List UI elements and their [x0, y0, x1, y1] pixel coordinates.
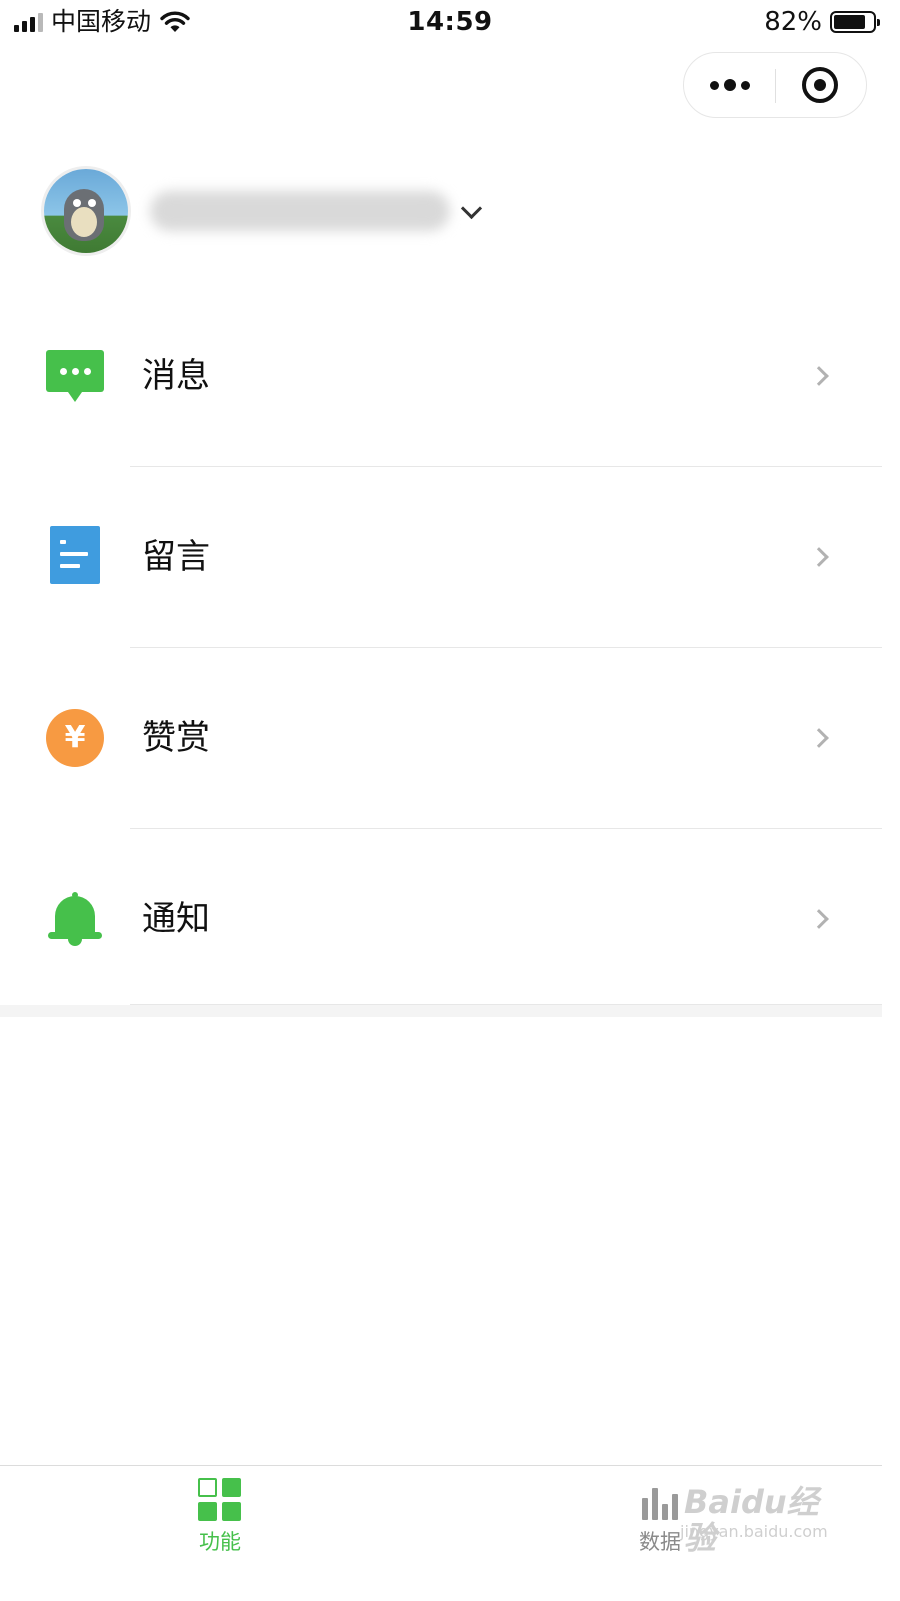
watermark: Baidu经验 jingyan.baidu.com [640, 1478, 850, 1558]
avatar-figure-eye [73, 199, 81, 207]
menu-item-rewards[interactable]: ¥ 赞赏 [0, 648, 882, 829]
menu-item-label: 消息 [142, 356, 210, 396]
grid-icon [198, 1478, 242, 1522]
dot-icon [741, 80, 750, 90]
status-bar: 中国移动 14:59 82% [0, 0, 900, 44]
avatar[interactable] [44, 169, 128, 253]
chevron-right-icon [809, 728, 829, 748]
menu-item-comments[interactable]: 留言 [0, 467, 882, 648]
chevron-right-icon [809, 547, 829, 567]
watermark-brand: Baidu经验 [684, 1483, 819, 1557]
more-options-button[interactable] [684, 53, 776, 117]
dot-icon [710, 80, 719, 90]
menu-item-label: 通知 [142, 899, 210, 939]
comment-icon [50, 526, 100, 584]
function-menu: 消息 留言 ¥ 赞赏 通知 [0, 286, 882, 1005]
battery-icon [830, 11, 880, 33]
capsule-menu [683, 52, 867, 118]
chevron-right-icon [809, 909, 829, 929]
bell-icon [48, 892, 102, 950]
tab-functions[interactable]: 功能 [160, 1478, 280, 1556]
message-icon [46, 350, 104, 402]
status-right: 82% [764, 6, 880, 38]
chevron-down-icon[interactable] [460, 197, 483, 219]
menu-item-notifications[interactable]: 通知 [0, 829, 882, 1005]
tab-label: 功能 [199, 1530, 241, 1554]
watermark-url: jingyan.baidu.com [680, 1522, 828, 1541]
avatar-figure-eye [88, 199, 96, 207]
battery-cap [877, 19, 880, 26]
battery-percent: 82% [764, 7, 822, 37]
close-miniprogram-button[interactable] [802, 67, 838, 103]
dot-icon [724, 79, 736, 91]
account-name-blurred[interactable] [150, 191, 450, 231]
avatar-figure-belly [71, 207, 97, 237]
section-separator [0, 1005, 882, 1017]
battery-fill [834, 15, 866, 29]
menu-item-label: 赞赏 [142, 718, 210, 758]
menu-item-messages[interactable]: 消息 [0, 286, 882, 467]
chevron-right-icon [809, 366, 829, 386]
account-switcher[interactable] [44, 168, 483, 254]
reward-icon: ¥ [46, 709, 104, 767]
capsule-divider [775, 69, 776, 103]
menu-item-label: 留言 [142, 537, 210, 577]
